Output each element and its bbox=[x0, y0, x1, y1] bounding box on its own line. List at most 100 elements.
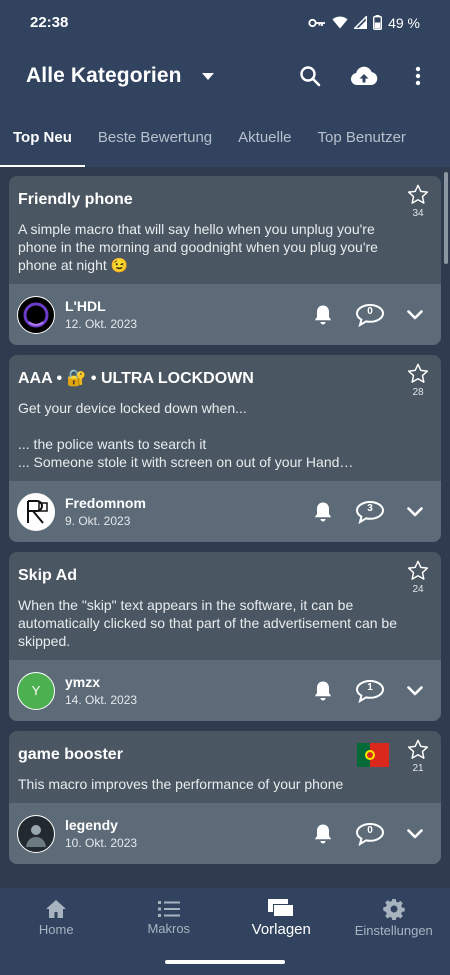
comment-count: 3 bbox=[367, 502, 373, 514]
template-card[interactable]: Skip Ad 24 When the "skip" text appears … bbox=[9, 552, 441, 721]
list-icon bbox=[157, 901, 180, 917]
card-actions: 1 bbox=[313, 679, 433, 703]
key-icon bbox=[308, 18, 326, 27]
card-footer: legendy 10. Okt. 2023 0 bbox=[9, 803, 441, 864]
category-title[interactable]: Alle Kategorien bbox=[26, 64, 182, 88]
template-card[interactable]: game booster 21 This macro improves the … bbox=[9, 731, 441, 864]
search-icon bbox=[300, 66, 321, 87]
more-options-button[interactable] bbox=[400, 58, 436, 94]
star-icon bbox=[407, 739, 429, 759]
card-description: A simple macro that will say hello when … bbox=[18, 221, 378, 273]
card-body[interactable]: Skip Ad 24 When the "skip" text appears … bbox=[9, 552, 441, 660]
card-description: This macro improves the performance of y… bbox=[18, 776, 344, 792]
user-info: Fredomnom 9. Okt. 2023 bbox=[65, 495, 146, 528]
chevron-down-icon[interactable] bbox=[407, 828, 423, 839]
nav-makros[interactable]: Makros bbox=[113, 888, 226, 948]
comment-count: 1 bbox=[367, 681, 373, 693]
status-icons: 49 % bbox=[308, 15, 420, 31]
comment-button[interactable]: 0 bbox=[355, 303, 385, 327]
bell-icon[interactable] bbox=[313, 304, 333, 326]
card-actions: 3 bbox=[313, 500, 433, 524]
bell-icon[interactable] bbox=[313, 823, 333, 845]
chevron-down-icon[interactable] bbox=[407, 506, 423, 517]
user-avatar-image bbox=[27, 499, 48, 524]
chevron-down-icon[interactable] bbox=[407, 309, 423, 320]
avatar[interactable] bbox=[17, 295, 55, 334]
post-date: 10. Okt. 2023 bbox=[65, 836, 138, 850]
nav-vorlagen[interactable]: Vorlagen bbox=[225, 888, 338, 948]
tab-aktuelle[interactable]: Aktuelle bbox=[225, 107, 304, 167]
gear-icon bbox=[383, 899, 405, 920]
user-name[interactable]: L'HDL bbox=[65, 298, 137, 314]
comment-button[interactable]: 0 bbox=[355, 822, 385, 846]
user-name[interactable]: legendy bbox=[65, 817, 137, 833]
post-date: 14. Okt. 2023 bbox=[65, 693, 138, 707]
comment-count: 0 bbox=[367, 305, 373, 317]
post-date: 12. Okt. 2023 bbox=[65, 317, 138, 331]
comment-button[interactable]: 3 bbox=[355, 500, 385, 524]
card-body[interactable]: Friendly phone 34 A simple macro that wi… bbox=[9, 176, 441, 284]
avatar[interactable]: Y bbox=[17, 671, 55, 710]
nav-home[interactable]: Home bbox=[0, 888, 113, 948]
template-list[interactable]: Friendly phone 34 A simple macro that wi… bbox=[0, 167, 450, 888]
nav-einstellungen[interactable]: Einstellungen bbox=[338, 888, 450, 948]
card-title: AAA • 🔐 • ULTRA LOCKDOWN bbox=[18, 370, 254, 387]
tab-top-neu[interactable]: Top Neu bbox=[0, 107, 85, 167]
star-rating[interactable]: 24 bbox=[405, 560, 431, 595]
card-footer: L'HDL 12. Okt. 2023 0 bbox=[9, 284, 441, 345]
star-icon bbox=[407, 560, 429, 580]
bell-icon[interactable] bbox=[313, 680, 333, 702]
card-title: Skip Ad bbox=[18, 567, 77, 584]
user-name[interactable]: ymzx bbox=[65, 674, 137, 690]
card-body[interactable]: game booster 21 This macro improves the … bbox=[9, 731, 441, 803]
category-dropdown-icon[interactable] bbox=[201, 72, 214, 80]
nav-home-label: Home bbox=[38, 922, 74, 937]
search-button[interactable] bbox=[292, 58, 328, 94]
star-count: 21 bbox=[412, 763, 424, 774]
nav-makros-label: Makros bbox=[147, 921, 191, 936]
nav-einstellungen-label: Einstellungen bbox=[354, 923, 433, 938]
battery-level: 49 % bbox=[388, 14, 420, 31]
post-date: 9. Okt. 2023 bbox=[65, 514, 131, 528]
wifi-icon bbox=[332, 16, 348, 29]
card-footer: Y ymzx 14. Okt. 2023 1 bbox=[9, 660, 441, 721]
card-title: Friendly phone bbox=[18, 191, 133, 208]
tab-top-benutzer[interactable]: Top Benutzer bbox=[305, 107, 419, 167]
user-name[interactable]: Fredomnom bbox=[65, 495, 146, 511]
star-count: 34 bbox=[412, 208, 424, 219]
category-tabs: Top Neu Beste Bewertung Aktuelle Top Ben… bbox=[0, 107, 450, 167]
user-info: legendy 10. Okt. 2023 bbox=[65, 817, 137, 850]
nav-vorlagen-label: Vorlagen bbox=[251, 921, 311, 938]
tab-beste-bewertung[interactable]: Beste Bewertung bbox=[85, 107, 225, 167]
template-card[interactable]: Friendly phone 34 A simple macro that wi… bbox=[9, 176, 441, 345]
star-rating[interactable]: 28 bbox=[405, 363, 431, 398]
cloud-upload-icon bbox=[350, 66, 378, 86]
card-footer: Fredomnom 9. Okt. 2023 3 bbox=[9, 481, 441, 542]
portugal-flag-icon bbox=[357, 743, 389, 767]
home-icon bbox=[46, 900, 67, 918]
star-rating[interactable]: 34 bbox=[405, 184, 431, 219]
bottom-navigation: Home Makros Vorlagen Einstellungen bbox=[0, 888, 450, 948]
user-avatar-image bbox=[23, 302, 49, 327]
status-time: 22:38 bbox=[30, 14, 69, 31]
comment-button[interactable]: 1 bbox=[355, 679, 385, 703]
scrollbar[interactable] bbox=[444, 172, 448, 264]
comment-count: 0 bbox=[367, 824, 373, 836]
card-description: When the "skip" text appears in the soft… bbox=[18, 597, 397, 649]
gesture-bar bbox=[0, 948, 450, 975]
user-avatar-image bbox=[26, 824, 46, 847]
avatar[interactable] bbox=[17, 814, 55, 853]
more-vert-icon bbox=[415, 66, 421, 86]
card-actions: 0 bbox=[313, 822, 433, 846]
star-rating[interactable]: 21 bbox=[405, 739, 431, 774]
card-body[interactable]: AAA • 🔐 • ULTRA LOCKDOWN 28 Get your dev… bbox=[9, 355, 441, 481]
template-card[interactable]: AAA • 🔐 • ULTRA LOCKDOWN 28 Get your dev… bbox=[9, 355, 441, 542]
bell-icon[interactable] bbox=[313, 501, 333, 523]
app-bar-actions bbox=[292, 58, 436, 94]
user-info: L'HDL 12. Okt. 2023 bbox=[65, 298, 137, 331]
upload-button[interactable] bbox=[346, 58, 382, 94]
avatar[interactable] bbox=[17, 492, 55, 531]
chevron-down-icon[interactable] bbox=[407, 685, 423, 696]
app-bar: Alle Kategorien bbox=[0, 45, 450, 107]
home-gesture-handle[interactable] bbox=[165, 960, 285, 964]
